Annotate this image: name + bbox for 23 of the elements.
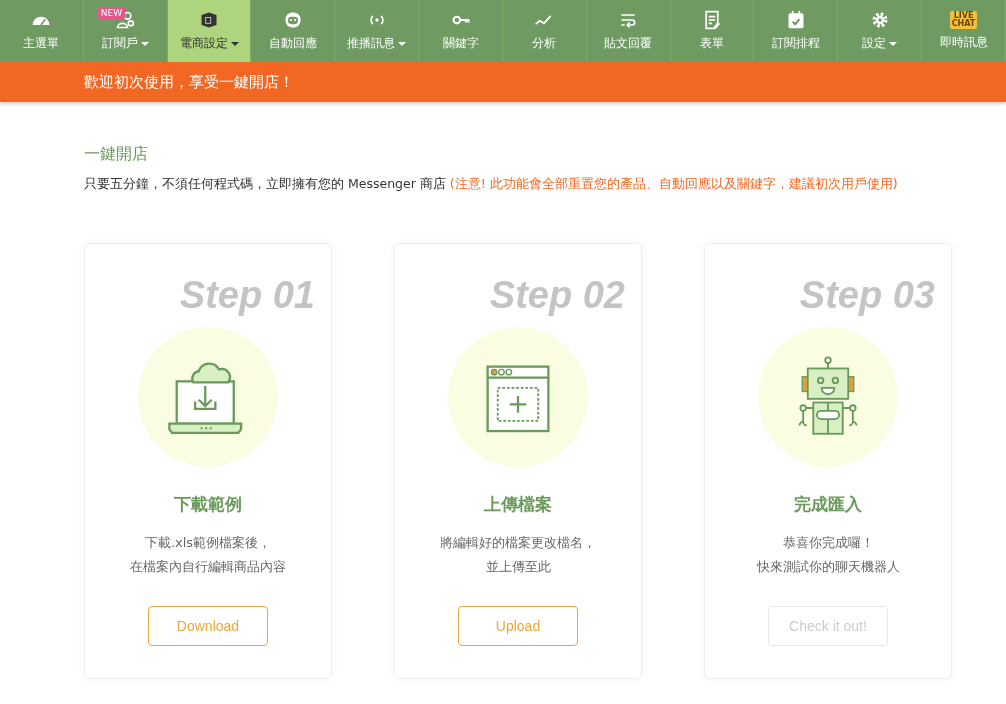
- step-button[interactable]: Upload: [458, 606, 578, 646]
- banner-text: 歡迎初次使用，享受一鍵開店！: [84, 72, 294, 92]
- step-title: 上傳檔案: [484, 493, 552, 516]
- step-description: 在檔案內自行編輯商品內容: [130, 558, 286, 576]
- step-number: Step 02: [489, 274, 625, 317]
- intro-text: 只要五分鐘，不須任何程式碼，立即擁有您的 Messenger 商店: [84, 176, 446, 191]
- form-icon: [702, 10, 723, 30]
- step-description: 將編輯好的檔案更改檔名，: [440, 534, 596, 552]
- new-badge: NEW: [97, 7, 126, 19]
- live-chat-icon: LIVE CHAT: [949, 11, 978, 29]
- section-title: 一鍵開店: [84, 144, 149, 165]
- box-icon: [199, 10, 220, 30]
- step-number: Step 03: [799, 274, 935, 317]
- step-description: 並上傳至此: [485, 558, 551, 576]
- step-description: 快來測試你的聊天機器人: [756, 558, 900, 576]
- step-number: Step 01: [179, 274, 315, 317]
- step-button[interactable]: Download: [148, 606, 268, 646]
- step-description: 下載.xls範例檔案後，: [144, 534, 272, 552]
- step-description: 恭喜你完成囉！: [782, 534, 874, 552]
- step-title: 完成匯入: [794, 493, 862, 516]
- nav-tab[interactable]: 電商設定: [167, 0, 252, 62]
- step-title: 下載範例: [174, 493, 242, 516]
- warning-text: (注意! 此功能會全部重置您的產品、自動回應以及關鍵字，建議初次用戶使用): [449, 176, 898, 191]
